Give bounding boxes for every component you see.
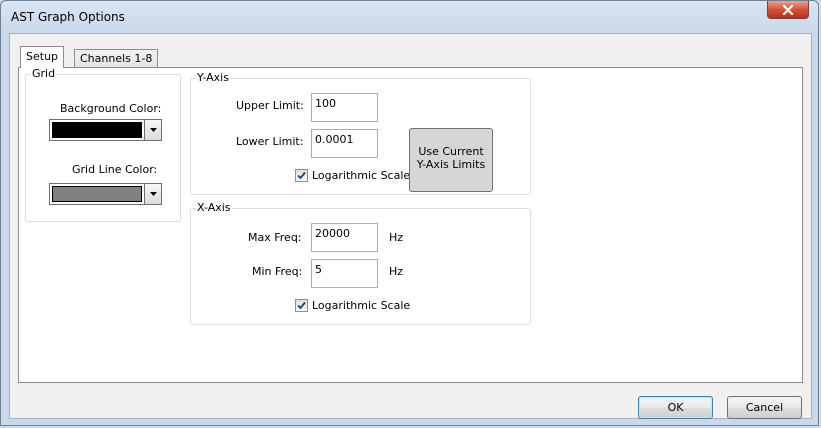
- lower-limit-input[interactable]: 0.0001: [311, 129, 378, 158]
- setup-tab-panel: Grid Background Color: Grid Line Color:: [18, 67, 803, 383]
- y-axis-group-title: Y-Axis: [196, 71, 230, 84]
- lower-limit-label: Lower Limit:: [236, 135, 304, 148]
- cancel-button[interactable]: Cancel: [727, 396, 802, 419]
- x-axis-group-title: X-Axis: [196, 201, 232, 214]
- grid-line-color-label: Grid Line Color:: [72, 163, 158, 176]
- grid-line-color-swatch: [52, 186, 142, 202]
- min-freq-input[interactable]: 5: [311, 259, 378, 288]
- close-icon: [782, 4, 794, 15]
- upper-limit-input[interactable]: 100: [311, 93, 378, 122]
- checkmark-icon: [297, 171, 306, 180]
- dialog-window: AST Graph Options Setup Channels 1-8 Gri…: [0, 0, 819, 426]
- grid-group: Grid Background Color: Grid Line Color:: [25, 68, 181, 222]
- dialog-client-area: Setup Channels 1-8 Grid Background Color…: [9, 33, 812, 419]
- max-freq-input[interactable]: 20000: [311, 223, 378, 252]
- checkmark-icon: [297, 301, 306, 310]
- use-current-y-limits-button[interactable]: Use Current Y-Axis Limits: [409, 128, 493, 192]
- tab-setup[interactable]: Setup: [20, 46, 65, 68]
- title-bar[interactable]: AST Graph Options: [1, 1, 818, 33]
- ok-button[interactable]: OK: [638, 396, 713, 419]
- upper-limit-label: Upper Limit:: [236, 99, 304, 112]
- grid-line-color-select[interactable]: [49, 183, 162, 205]
- background-color-swatch: [52, 122, 142, 138]
- grid-group-title: Grid: [31, 67, 57, 80]
- y-log-scale-checkbox[interactable]: [295, 169, 308, 182]
- use-current-label-line2: Y-Axis Limits: [416, 158, 486, 171]
- use-current-label-line1: Use Current: [418, 145, 484, 158]
- min-freq-label: Min Freq:: [252, 265, 303, 278]
- tab-channels[interactable]: Channels 1-8: [74, 49, 159, 68]
- max-freq-unit: Hz: [389, 231, 404, 244]
- close-button[interactable]: [767, 1, 809, 19]
- chevron-down-icon[interactable]: [144, 120, 161, 140]
- background-color-select[interactable]: [49, 119, 162, 141]
- x-log-scale-label[interactable]: Logarithmic Scale: [312, 299, 410, 312]
- x-log-scale-checkbox[interactable]: [295, 299, 308, 312]
- min-freq-unit: Hz: [389, 265, 404, 278]
- y-log-scale-label[interactable]: Logarithmic Scale: [312, 169, 410, 182]
- x-axis-group: X-Axis Max Freq: 20000 Hz Min Freq: 5 Hz…: [190, 202, 531, 325]
- chevron-down-icon[interactable]: [144, 184, 161, 204]
- background-color-label: Background Color:: [60, 102, 162, 115]
- window-title: AST Graph Options: [11, 10, 125, 24]
- max-freq-label: Max Freq:: [248, 231, 302, 244]
